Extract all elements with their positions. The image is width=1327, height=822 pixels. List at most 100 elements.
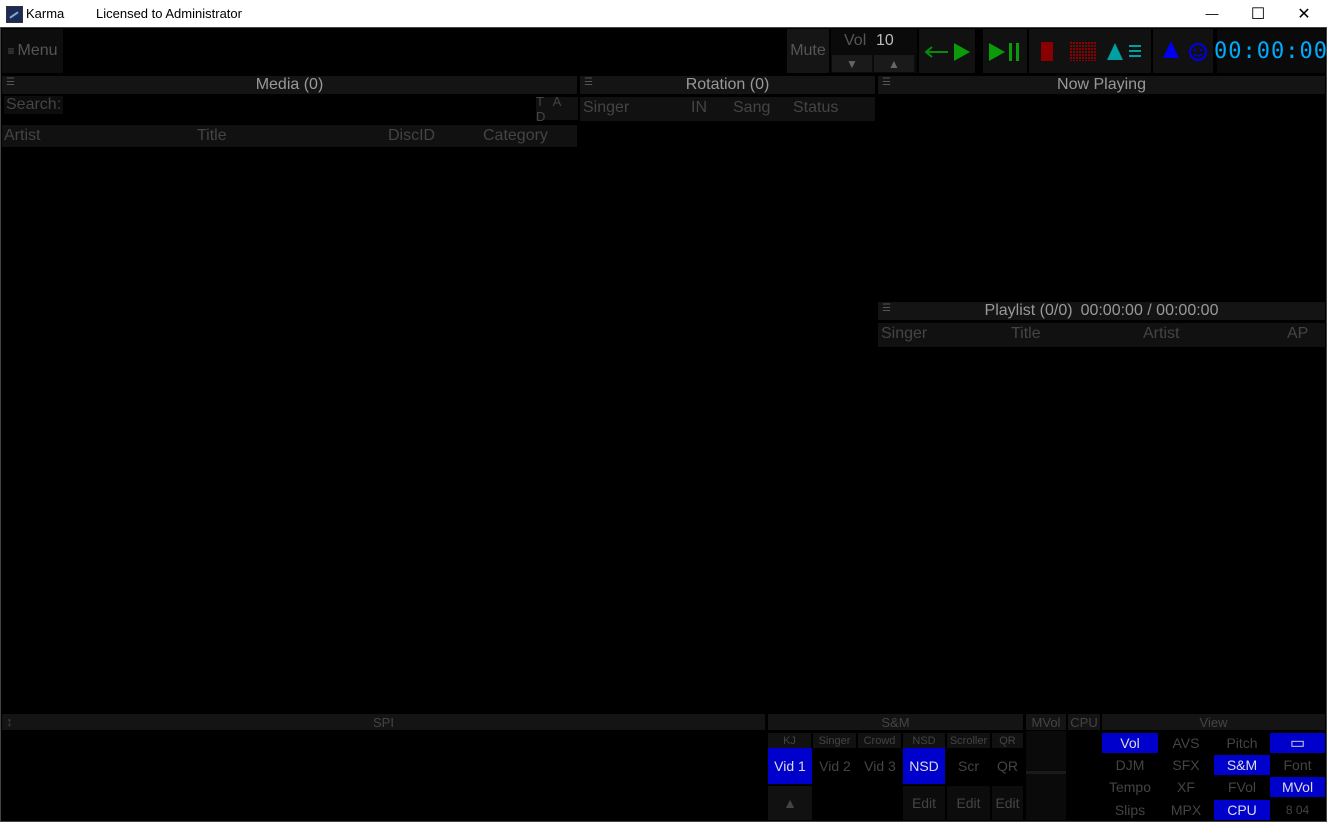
rotation-column-header: Singer IN Sang Status — [580, 97, 875, 121]
app-icon — [6, 6, 23, 23]
singer-icon — [1163, 41, 1207, 61]
now-playing-title: Now Playing — [1057, 76, 1146, 93]
menu-button[interactable]: ≡ Menu — [2, 29, 63, 73]
stop-all-icon — [1069, 42, 1097, 61]
column-ap[interactable]: AP — [1287, 325, 1308, 343]
stop-button[interactable] — [1029, 29, 1065, 73]
media-column-header: Artist Title DiscID Category — [2, 125, 577, 147]
search-input[interactable]: Search: — [4, 96, 64, 114]
view-screen-toggle[interactable]: ▭ — [1270, 733, 1325, 753]
back-play-button[interactable] — [919, 29, 975, 73]
nsd-button[interactable]: NSD — [903, 748, 945, 784]
spi-title: SPI — [373, 714, 394, 730]
column-status[interactable]: Status — [793, 99, 838, 117]
view-tempo-toggle[interactable]: Tempo — [1102, 777, 1158, 797]
filter-toggle-button[interactable]: T A D — [536, 94, 578, 124]
mute-button[interactable]: Mute — [787, 29, 829, 73]
edit-nsd-button[interactable]: Edit — [903, 786, 945, 820]
hamburger-icon[interactable]: ☰ — [584, 77, 593, 88]
vid1-button[interactable]: Vid 1 — [768, 748, 812, 784]
hamburger-icon[interactable]: ☰ — [882, 303, 891, 314]
close-button[interactable]: ✕ — [1281, 0, 1327, 27]
view-slips-toggle[interactable]: Slips — [1102, 800, 1158, 820]
edit-scr-button[interactable]: Edit — [947, 786, 990, 820]
column-title[interactable]: Title — [197, 127, 227, 145]
playlist-title: Playlist (0/0) — [984, 302, 1073, 319]
play-pause-icon — [989, 43, 1019, 61]
volume-up-button[interactable]: ▲ — [874, 55, 914, 72]
playlist-time: 00:00:00 / 00:00:00 — [1080, 302, 1219, 319]
play-pause-button[interactable] — [983, 29, 1027, 73]
column-title[interactable]: Title — [1011, 325, 1041, 343]
up-arrow-button[interactable]: ▲ — [768, 786, 812, 820]
volume-down-button[interactable]: ▼ — [832, 55, 872, 72]
sm-tab-singer[interactable]: Singer — [813, 733, 856, 748]
hamburger-icon[interactable]: ☰ — [6, 77, 15, 88]
media-title: Media (0) — [255, 76, 324, 93]
mvol-header: MVol — [1026, 714, 1066, 730]
view-fvol-toggle[interactable]: FVol — [1214, 777, 1270, 797]
stop-icon — [1041, 42, 1053, 61]
playlist-column-header: Singer Title Artist AP — [878, 323, 1325, 347]
rotation-header: ☰ Rotation (0) — [580, 76, 875, 94]
rotation-title: Rotation (0) — [685, 76, 770, 93]
column-sang[interactable]: Sang — [733, 99, 770, 117]
column-singer[interactable]: Singer — [881, 325, 927, 343]
hamburger-icon[interactable]: ☰ — [882, 77, 891, 88]
singer-button[interactable] — [1153, 29, 1213, 73]
queue-button[interactable] — [1101, 29, 1151, 73]
column-in[interactable]: IN — [691, 99, 707, 117]
sm-tab-nsd[interactable]: NSD — [903, 733, 945, 748]
cpu-header: CPU — [1068, 714, 1100, 730]
resize-icon[interactable]: ↕ — [6, 714, 13, 729]
view-mvol-toggle[interactable]: MVol — [1270, 777, 1325, 797]
spi-header: ↕ SPI — [2, 714, 765, 730]
volume-value: 10 — [876, 32, 894, 49]
edit-qr-button[interactable]: Edit — [992, 786, 1023, 820]
version-label: 8 04 — [1285, 803, 1310, 817]
scr-button[interactable]: Scr — [947, 748, 990, 784]
license-text: Licensed to Administrator — [96, 6, 242, 21]
column-discid[interactable]: DiscID — [388, 127, 435, 145]
view-sfx-toggle[interactable]: SFX — [1158, 755, 1214, 775]
view-djm-toggle[interactable]: DJM — [1102, 755, 1158, 775]
sm-header: S&M — [768, 714, 1023, 730]
media-header: ☰ Media (0) — [2, 76, 577, 94]
column-artist[interactable]: Artist — [4, 127, 40, 145]
screen-icon: ▭ — [1289, 735, 1306, 752]
sm-tab-kj[interactable]: KJ — [768, 733, 811, 748]
mvol-meter — [1026, 731, 1066, 820]
playlist-header: ☰ Playlist (0/0) 00:00:00 / 00:00:00 — [878, 302, 1325, 320]
view-sm-toggle[interactable]: S&M — [1214, 755, 1270, 775]
sm-title: S&M — [881, 714, 910, 730]
stop-all-button[interactable] — [1065, 29, 1101, 73]
sm-tab-crowd[interactable]: Crowd — [858, 733, 901, 748]
app-title: Karma — [26, 6, 65, 21]
column-category[interactable]: Category — [483, 127, 548, 145]
queue-icon — [1107, 43, 1141, 60]
sm-tab-qr[interactable]: QR — [992, 733, 1023, 748]
title-bar: Karma Licensed to Administrator — ☐ ✕ — [0, 0, 1327, 27]
column-singer[interactable]: Singer — [583, 99, 629, 117]
minimize-button[interactable]: — — [1189, 0, 1235, 27]
view-font-toggle[interactable]: Font — [1270, 755, 1325, 775]
volume-label: Vol — [844, 32, 867, 49]
vid2-button[interactable]: Vid 2 — [813, 748, 857, 784]
view-vol-toggle[interactable]: Vol — [1102, 733, 1158, 753]
view-pitch-toggle[interactable]: Pitch — [1214, 733, 1270, 753]
qr-button[interactable]: QR — [992, 748, 1023, 784]
sm-tab-scroller[interactable]: Scroller — [947, 733, 990, 748]
now-playing-header: ☰ Now Playing — [878, 76, 1325, 94]
menu-icon: ≡ — [7, 44, 15, 58]
time-display: 00:00:00 — [1214, 29, 1327, 73]
view-avs-toggle[interactable]: AVS — [1158, 733, 1214, 753]
view-mpx-toggle[interactable]: MPX — [1158, 800, 1214, 820]
view-header: View — [1102, 714, 1325, 730]
back-play-icon — [924, 43, 970, 61]
vid3-button[interactable]: Vid 3 — [858, 748, 902, 784]
maximize-button[interactable]: ☐ — [1235, 0, 1281, 27]
menu-label: Menu — [17, 42, 58, 59]
view-cpu-toggle[interactable]: CPU — [1214, 800, 1270, 820]
view-xf-toggle[interactable]: XF — [1158, 777, 1214, 797]
column-artist[interactable]: Artist — [1143, 325, 1179, 343]
